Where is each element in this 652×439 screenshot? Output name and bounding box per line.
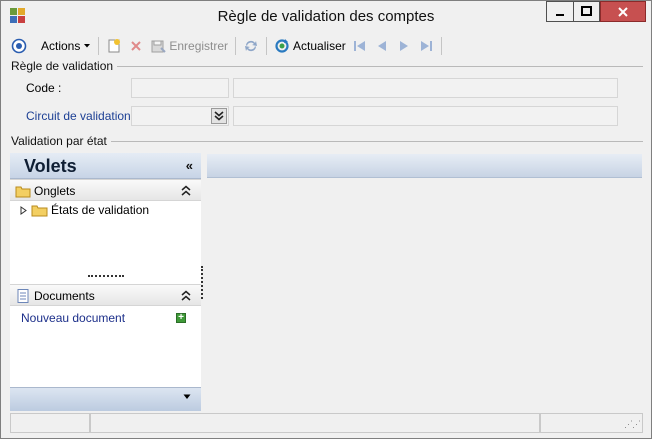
code-description (233, 78, 618, 98)
tree-item-label: États de validation (51, 203, 150, 217)
new-document-link[interactable]: Nouveau document (21, 311, 125, 325)
close-icon (618, 6, 628, 17)
expand-arrow-icon[interactable] (20, 205, 28, 215)
toolbar-separator (235, 36, 237, 55)
toolbar-separator (440, 36, 442, 55)
status-cell (90, 413, 540, 433)
maximize-button[interactable] (573, 1, 600, 22)
volets-title: Volets (24, 156, 77, 176)
volets-panel: Volets « Onglets États de validation Doc… (10, 153, 201, 411)
double-chevron-up-icon (181, 185, 191, 196)
nav-first-button[interactable] (349, 35, 371, 57)
record-button[interactable] (2, 35, 30, 57)
nav-prev-button[interactable] (371, 35, 393, 57)
resize-grip-icon[interactable]: ⋰⋰ (624, 419, 641, 430)
record-icon (11, 38, 27, 54)
document-icon (17, 289, 29, 303)
sync-button[interactable] (240, 35, 262, 57)
prev-icon (374, 38, 390, 54)
sync-icon (243, 38, 259, 54)
circuit-dropdown-button[interactable] (211, 108, 227, 124)
onglets-header[interactable]: Onglets (10, 179, 201, 201)
double-chevron-down-icon (214, 111, 224, 121)
folder-icon (15, 186, 31, 198)
volets-header: Volets « (10, 153, 201, 179)
code-input[interactable] (131, 78, 229, 98)
documents-header[interactable]: Documents (10, 284, 201, 306)
collapse-left-icon[interactable]: « (186, 158, 193, 173)
next-icon (396, 38, 412, 54)
close-button[interactable] (600, 1, 646, 22)
delete-button[interactable] (125, 35, 147, 57)
actions-label: Actions (41, 38, 81, 53)
refresh-button[interactable]: Actualiser (271, 35, 349, 57)
first-icon (352, 38, 368, 54)
code-label: Code : (26, 81, 62, 95)
content-header (207, 154, 642, 178)
regle-group-title: Règle de validation (11, 59, 118, 73)
minimize-button[interactable] (546, 1, 573, 22)
actions-menu[interactable]: Actions (38, 35, 94, 57)
new-button[interactable] (103, 35, 125, 57)
toolbar-separator (266, 36, 268, 55)
tree-item-etats[interactable]: États de validation (20, 203, 149, 217)
chevron-down-icon (84, 43, 91, 47)
save-label: Enregistrer (169, 38, 229, 53)
delete-icon (128, 38, 144, 54)
double-chevron-up-icon (181, 290, 191, 301)
nav-last-button[interactable] (415, 35, 437, 57)
title-bar: Règle de validation des comptes (1, 1, 651, 31)
maximize-icon (581, 6, 592, 16)
panel-resize-handle[interactable] (201, 266, 203, 299)
folder-icon (31, 205, 48, 217)
status-cell: ⋰⋰ (540, 413, 643, 433)
chevron-down-icon (183, 394, 191, 399)
nav-next-button[interactable] (393, 35, 415, 57)
add-icon[interactable]: + (176, 313, 186, 323)
minimize-icon (556, 13, 564, 16)
main-window: Règle de validation des comptes Actions (0, 0, 652, 439)
refresh-icon (274, 38, 290, 54)
save-icon (150, 38, 167, 54)
last-icon (418, 38, 434, 54)
volets-footer[interactable] (10, 387, 201, 411)
documents-label: Documents (34, 289, 95, 303)
onglets-label: Onglets (34, 184, 76, 198)
new-doc-icon (106, 38, 122, 54)
save-button[interactable]: Enregistrer (147, 35, 231, 57)
toolbar: Actions Enregistrer Actualiser (2, 33, 650, 58)
validation-group-title: Validation par état (11, 134, 111, 148)
refresh-label: Actualiser (293, 38, 346, 53)
status-bar: ⋰⋰ (10, 413, 643, 433)
status-cell (10, 413, 90, 433)
splitter-handle[interactable] (88, 275, 124, 278)
circuit-description (233, 106, 618, 126)
toolbar-separator (98, 36, 100, 55)
circuit-label[interactable]: Circuit de validation : (26, 109, 137, 123)
